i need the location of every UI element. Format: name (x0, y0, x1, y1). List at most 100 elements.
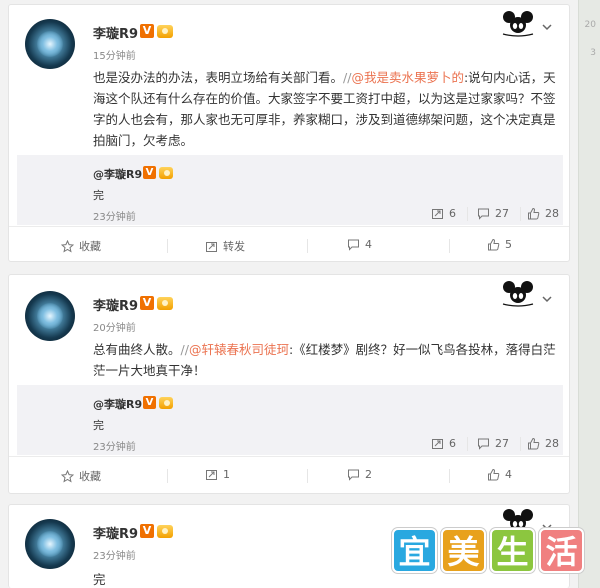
verified-badge: V (143, 166, 156, 179)
repost-icon (432, 439, 443, 449)
avatar[interactable] (25, 519, 75, 569)
repost-count: 6 (449, 207, 456, 220)
mention-link[interactable]: @轩辕春秋司徒珂 (189, 342, 289, 357)
post-time[interactable]: 20分钟前 (93, 319, 136, 334)
quoted-like-count[interactable]: 28 (527, 207, 559, 220)
post-time[interactable]: 15分钟前 (93, 47, 136, 62)
like-icon (488, 468, 500, 481)
verified-badge: V (140, 524, 154, 538)
comment-icon (348, 239, 359, 251)
divider (307, 239, 308, 253)
quoted-repost-count[interactable]: 6 (431, 207, 456, 220)
repost-label: 转发 (223, 240, 245, 253)
avatar[interactable] (25, 19, 75, 69)
quoted-post[interactable]: @李璇R9 V 完 23分钟前 6 27 28 (17, 155, 563, 225)
comment-icon (348, 469, 359, 481)
repost-count: 1 (223, 468, 230, 481)
favorite-button[interactable]: 收藏 (61, 468, 101, 484)
chevron-down-icon[interactable] (541, 21, 553, 33)
quoted-like-count[interactable]: 28 (527, 437, 559, 450)
like-count: 4 (505, 468, 512, 481)
like-icon (488, 238, 500, 251)
like-icon (528, 207, 540, 220)
post-text-own: 也是没办法的办法，表明立场给有关部门看。 (93, 70, 344, 85)
post-text: 总有曲终人散。//@轩辕春秋司徒珂:《红楼梦》剧终？好一似飞鸟各投林，落得白茫茫… (93, 339, 563, 381)
favorite-label: 收藏 (79, 240, 101, 253)
star-icon (61, 469, 74, 483)
verified-badge: V (140, 296, 154, 310)
member-crown-icon (159, 167, 173, 179)
member-crown-icon (157, 25, 173, 38)
divider (167, 469, 168, 483)
watermark-logo: 宜 美 生 活 (392, 528, 584, 573)
divider (449, 239, 450, 253)
post-text: 也是没办法的办法，表明立场给有关部门看。//@我是卖水果萝卜的:说句内心话，天海… (93, 67, 563, 151)
star-icon (61, 239, 74, 253)
chevron-down-icon[interactable] (541, 293, 553, 305)
watermark-char: 活 (539, 528, 584, 573)
like-button[interactable]: 5 (487, 238, 512, 251)
like-count: 5 (505, 238, 512, 251)
rail-label: 20 (584, 20, 596, 30)
member-crown-icon (159, 397, 173, 409)
comment-icon (478, 438, 489, 450)
watermark-char: 生 (490, 528, 535, 573)
repost-icon (206, 241, 217, 252)
quoted-repost-count[interactable]: 6 (431, 437, 456, 450)
repost-icon (432, 209, 443, 219)
favorite-label: 收藏 (79, 470, 101, 483)
repost-icon (206, 470, 217, 480)
comment-count: 27 (495, 437, 509, 450)
watermark-char: 宜 (392, 528, 437, 573)
comment-icon (478, 208, 489, 220)
post-card: 李璇R9 V 15分钟前 也是没办法的办法，表明立场给有关部门看。//@我是卖水… (8, 4, 570, 262)
quoted-comment-count[interactable]: 27 (477, 207, 509, 220)
comment-button[interactable]: 2 (347, 468, 372, 481)
right-rail: 20 3 (578, 0, 600, 588)
repost-separator: // (180, 342, 189, 357)
quoted-author[interactable]: @李璇R9 (93, 166, 142, 182)
quoted-text: 完 (93, 419, 104, 432)
comment-count: 4 (365, 238, 372, 251)
like-icon (528, 437, 540, 450)
post-text-own: 总有曲终人散。 (93, 342, 181, 357)
like-count: 28 (545, 437, 559, 450)
favorite-button[interactable]: 收藏 (61, 238, 101, 254)
divider (520, 207, 521, 221)
rail-label: 3 (590, 48, 596, 58)
repost-button[interactable]: 转发 (205, 238, 245, 254)
watermark-char: 美 (441, 528, 486, 573)
comment-count: 27 (495, 207, 509, 220)
mention-link[interactable]: @我是卖水果萝卜的 (351, 70, 464, 85)
divider (467, 437, 468, 451)
member-crown-icon (157, 525, 173, 538)
mickey-icon (502, 281, 534, 307)
like-count: 28 (545, 207, 559, 220)
quoted-time[interactable]: 23分钟前 (93, 438, 136, 453)
quoted-time[interactable]: 23分钟前 (93, 208, 136, 223)
quoted-post[interactable]: @李璇R9 V 完 23分钟前 6 27 28 (17, 385, 563, 455)
comment-button[interactable]: 4 (347, 238, 372, 251)
author-name[interactable]: 李璇R9 (93, 23, 138, 42)
author-name[interactable]: 李璇R9 (93, 295, 138, 314)
divider (520, 437, 521, 451)
quoted-author[interactable]: @李璇R9 (93, 396, 142, 412)
repost-button[interactable]: 1 (205, 468, 230, 481)
verified-badge: V (140, 24, 154, 38)
post-time[interactable]: 23分钟前 (93, 547, 136, 562)
divider (307, 469, 308, 483)
quoted-comment-count[interactable]: 27 (477, 437, 509, 450)
repost-count: 6 (449, 437, 456, 450)
action-bar: 收藏 1 2 4 (9, 456, 569, 493)
divider (449, 469, 450, 483)
action-bar: 收藏 转发 4 5 (9, 226, 569, 261)
mickey-icon (502, 11, 534, 37)
member-crown-icon (157, 297, 173, 310)
verified-badge: V (143, 396, 156, 409)
author-name[interactable]: 李璇R9 (93, 523, 138, 542)
avatar[interactable] (25, 291, 75, 341)
comment-count: 2 (365, 468, 372, 481)
like-button[interactable]: 4 (487, 468, 512, 481)
divider (467, 207, 468, 221)
divider (167, 239, 168, 253)
